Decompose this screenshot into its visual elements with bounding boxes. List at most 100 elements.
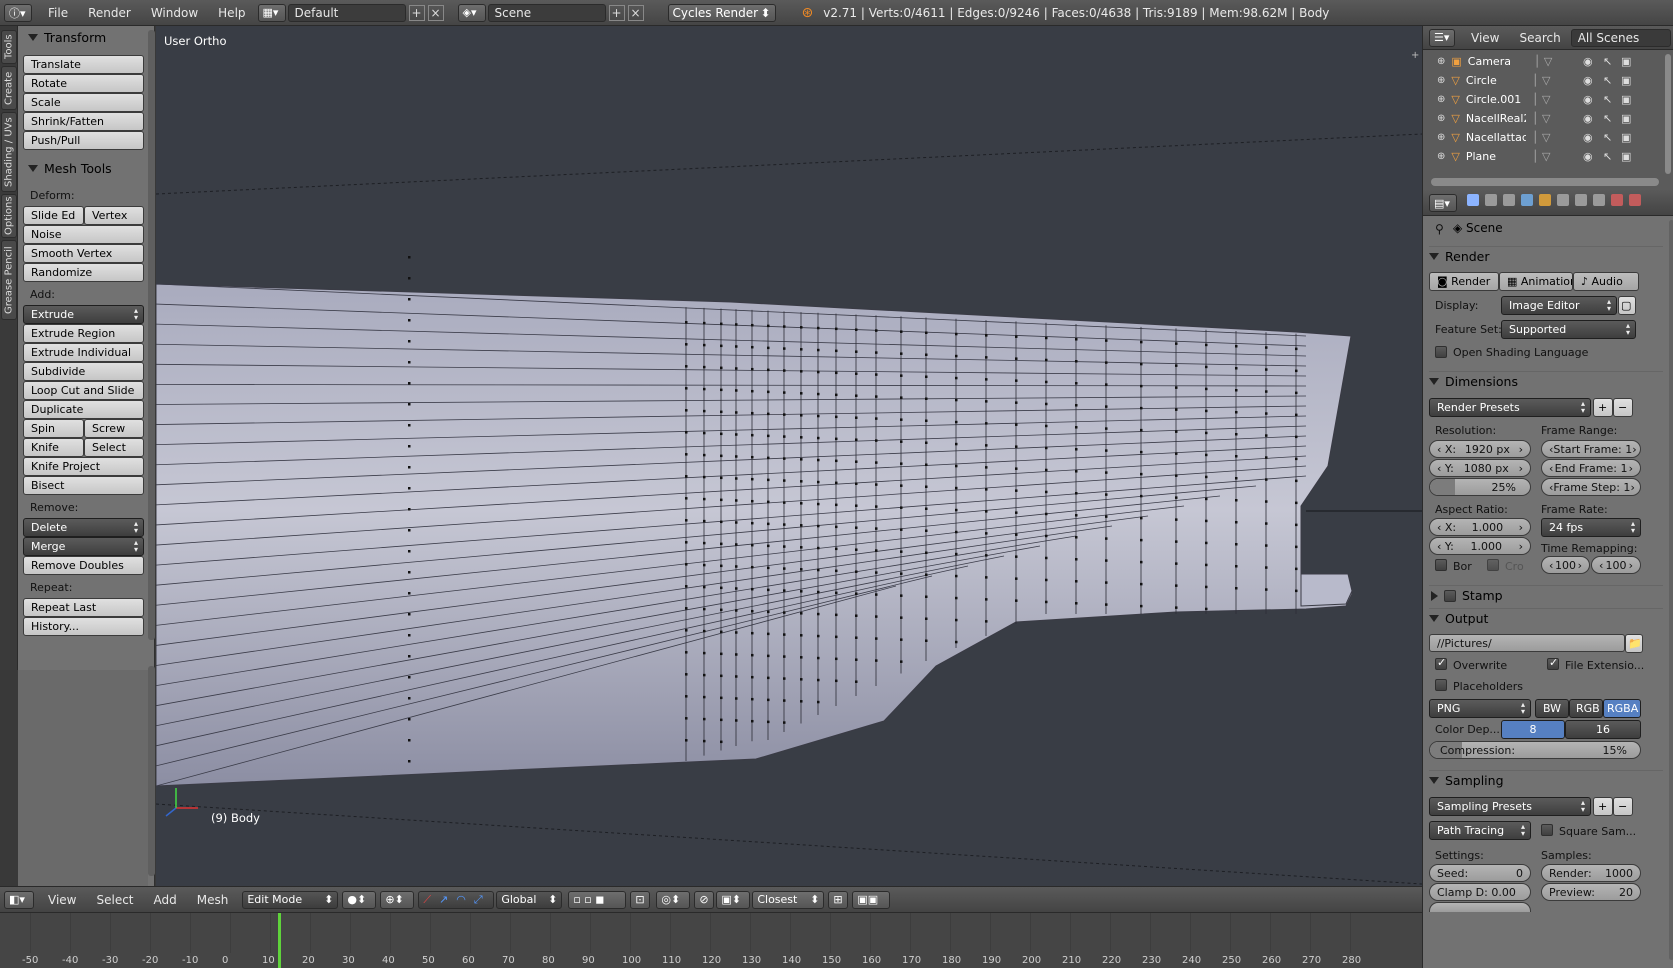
clamp-indirect-field[interactable] [1429,902,1531,912]
push-pull-button[interactable]: Push/Pull [23,131,144,150]
scene-field[interactable]: Scene [487,3,606,22]
menu-render[interactable]: Render [78,6,141,20]
snap-options-icon[interactable]: ⊞ [828,890,849,909]
select-mode-buttons[interactable]: ▫ ▫ ◼ [568,890,627,909]
duplicate-button[interactable]: Duplicate [23,400,144,419]
selectable-icon[interactable]: ↖ [1603,74,1612,87]
outliner-item-label[interactable]: Camera [1468,55,1528,68]
color-bw-toggle[interactable]: BW [1535,699,1569,718]
seed-field[interactable]: Seed: 0 [1429,864,1531,882]
resolution-x-field[interactable]: ‹ X: 1920 px › [1429,440,1531,458]
renderable-icon[interactable]: ▣ [1621,93,1631,106]
menu-select[interactable]: Select [86,893,143,907]
selectable-icon[interactable]: ↖ [1603,131,1612,144]
resolution-percentage-slider[interactable]: 25% [1429,478,1531,496]
menu-window[interactable]: Window [141,6,208,20]
visibility-icon[interactable]: ◉ [1583,112,1593,125]
knife-project-button[interactable]: Knife Project [23,457,144,476]
square-samples-checkbox[interactable] [1541,824,1553,836]
texture-tab-icon[interactable] [1629,194,1641,206]
constraints-tab-icon[interactable] [1557,194,1569,206]
knife-button[interactable]: Knife [23,438,84,457]
outliner-row[interactable]: ⊕ ▽ Circle.001 │ ▽ ◉ ↖ ▣ [1423,90,1663,109]
add-scene-icon[interactable]: + [608,4,625,21]
outliner-hscroll[interactable] [1431,178,1659,186]
outliner-item-label[interactable]: Circle.001 [1466,93,1526,106]
layout-field[interactable]: Default [287,3,406,22]
menu-view[interactable]: View [38,893,86,907]
file-format-select[interactable]: PNG ▴ ▾ [1429,699,1531,718]
tab-tools[interactable]: Tools [1,30,17,64]
file-extensions-checkbox[interactable] [1547,656,1559,670]
layout-icon[interactable]: ▦▾ [257,3,286,22]
shelf-scrollbar[interactable] [148,30,155,640]
outliner-item-label[interactable]: NacellReal2 [1466,112,1526,125]
render-tab-icon[interactable] [1467,194,1479,206]
extrude-region-button[interactable]: Extrude Region [23,324,144,343]
render-button[interactable]: ◙ Render [1429,272,1499,291]
shrink-fatten-button[interactable]: Shrink/Fatten [23,112,144,131]
properties-scrollbar[interactable] [1669,220,1673,960]
remap-old-field[interactable]: ‹ 100 › [1541,556,1590,574]
snap-target-select[interactable]: Closest ⬍ [752,890,825,909]
remap-new-field[interactable]: ‹ 100 › [1591,556,1641,574]
loop-cut-button[interactable]: Loop Cut and Slide [23,381,144,400]
output-path-input[interactable]: //Pictures/ [1429,634,1625,652]
animation-button[interactable]: ▦ Animation [1499,272,1573,291]
visibility-icon[interactable]: ◉ [1583,150,1593,163]
output-section-header[interactable]: Output [1429,608,1663,628]
feature-set-select[interactable]: Supported ▴ ▾ [1501,320,1636,339]
rotate-button[interactable]: Rotate [23,74,144,93]
proportional-edit-select[interactable]: ◎⬍ [656,890,691,909]
remove-sampling-preset-icon[interactable]: − [1613,797,1633,816]
menu-mesh[interactable]: Mesh [187,893,239,907]
scene-tab-icon[interactable] [1503,194,1515,206]
scale-button[interactable]: Scale [23,93,144,112]
color-depth-16[interactable]: 16 [1565,720,1641,739]
slide-vertex-button[interactable]: Vertex [84,206,144,225]
frame-step-field[interactable]: ‹ Frame Step: 1 › [1541,478,1641,496]
expand-icon[interactable]: ⊕ [1437,132,1445,143]
timeline[interactable]: -50 -40 -30 -20 -10 0 10 20 30 40 50 60 70 80 90 100 110… [0,912,1422,968]
extrude-individual-button[interactable]: Extrude Individual [23,343,144,362]
merge-menu[interactable]: Merge ▴ ▾ [23,537,144,556]
renderable-icon[interactable]: ▣ [1621,74,1631,87]
snap-element-select[interactable]: ▣⬍ [716,890,751,909]
object-tab-icon[interactable] [1539,194,1551,206]
current-frame-cursor[interactable] [278,913,281,968]
selectable-icon[interactable]: ↖ [1603,93,1612,106]
stamp-section-header[interactable]: Stamp [1429,585,1663,605]
remove-doubles-button[interactable]: Remove Doubles [23,556,144,575]
renderable-icon[interactable]: ▣ [1621,150,1631,163]
selectable-icon[interactable]: ↖ [1603,150,1612,163]
history-button[interactable]: History... [23,617,144,636]
render-section-header[interactable]: Render [1429,246,1663,266]
clamp-direct-field[interactable]: Clamp D: 0.00 [1429,883,1531,901]
renderable-icon[interactable]: ▣ [1621,112,1631,125]
visibility-icon[interactable]: ◉ [1583,55,1593,68]
viewport-corner-icon[interactable]: + [1411,50,1419,61]
display-window-icon[interactable]: ▢ [1618,296,1636,315]
render-samples-field[interactable]: Render: 1000 [1541,864,1641,882]
snap-icon[interactable]: ⊘ [694,890,715,909]
transform-panel-header[interactable]: Transform [22,27,150,47]
preview-samples-field[interactable]: Preview: 20 [1541,883,1641,901]
modifiers-tab-icon[interactable] [1575,194,1587,206]
color-rgba-toggle[interactable]: RGBA [1603,699,1641,718]
layers-tab-icon[interactable] [1485,194,1497,206]
translate-button[interactable]: Translate [23,55,144,74]
delete-menu[interactable]: Delete ▴ ▾ [23,518,144,537]
aspect-x-field[interactable]: ‹ X: 1.000 › [1429,518,1531,536]
outliner-row[interactable]: ⊕ ▽ Nacellattach2 │ ▽ ◉ ↖ ▣ [1423,128,1663,147]
color-depth-8[interactable]: 8 [1501,720,1565,739]
dimensions-section-header[interactable]: Dimensions [1429,371,1663,391]
mode-select[interactable]: Edit Mode ⬍ [242,890,339,909]
start-frame-field[interactable]: ‹ Start Frame: 1 › [1541,440,1641,458]
3d-viewport[interactable]: User Ortho (9) Body + [156,26,1422,886]
outliner-item-label[interactable]: Circle [1466,74,1526,87]
outliner-menu-search[interactable]: Search [1509,31,1570,45]
world-tab-icon[interactable] [1521,194,1533,206]
compression-slider[interactable]: Compression: 15% [1429,741,1641,759]
crop-checkbox[interactable] [1487,559,1499,571]
add-layout-icon[interactable]: + [408,4,425,21]
